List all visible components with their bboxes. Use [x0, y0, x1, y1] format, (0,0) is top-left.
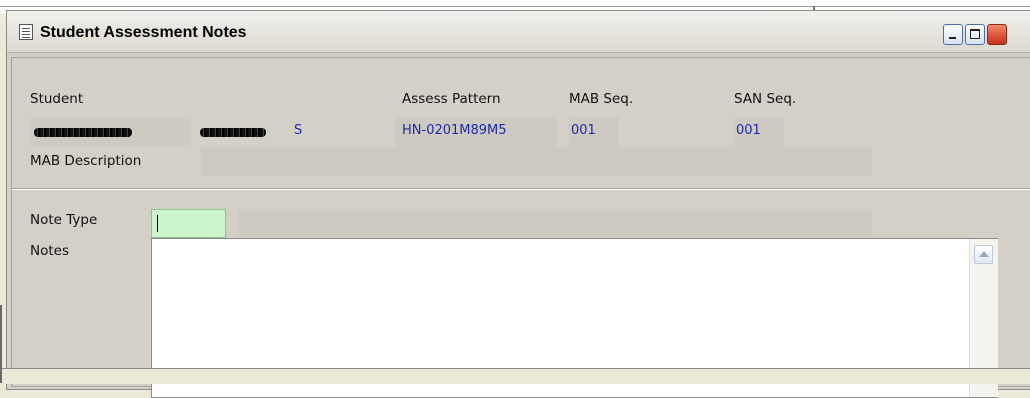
san-seq-value: 001	[736, 123, 761, 138]
student-suffix: S	[294, 123, 303, 138]
minimize-icon	[949, 37, 956, 39]
note-type-input[interactable]	[151, 209, 226, 238]
desktop-line	[0, 6, 1030, 7]
title-bar[interactable]: Student Assessment Notes	[7, 11, 1030, 53]
student-id-field	[30, 117, 190, 147]
assess-pattern-label: Assess Pattern	[402, 91, 501, 107]
mab-seq-value: 001	[571, 123, 596, 138]
section-divider-highlight	[12, 189, 1030, 190]
mab-seq-label: MAB Seq.	[569, 91, 634, 107]
maximize-icon	[970, 29, 980, 39]
bottom-edge	[0, 368, 1030, 384]
window-title: Student Assessment Notes	[40, 24, 247, 41]
left-edge	[0, 305, 2, 383]
form-icon	[19, 24, 33, 40]
minimize-button[interactable]	[943, 24, 963, 45]
san-seq-label: SAN Seq.	[734, 91, 797, 107]
close-button[interactable]	[987, 24, 1007, 45]
student-label: Student	[30, 91, 84, 107]
scroll-up-button[interactable]	[974, 245, 993, 264]
note-type-label: Note Type	[30, 212, 98, 228]
chevron-up-icon	[979, 251, 989, 257]
student-name-field	[190, 117, 290, 147]
student-name-redacted	[200, 128, 266, 137]
note-type-description-field	[239, 209, 872, 238]
form-body: Student S Assess Pattern HN-0201M89M5 MA…	[11, 57, 1030, 398]
assess-pattern-value: HN-0201M89M5	[402, 123, 507, 138]
mab-description-label: MAB Description	[30, 153, 142, 169]
maximize-button[interactable]	[965, 24, 985, 45]
student-assessment-notes-window: Student Assessment Notes Student S Asses…	[6, 10, 1030, 398]
text-caret	[157, 215, 158, 232]
notes-label: Notes	[30, 243, 69, 259]
student-id-redacted	[34, 128, 132, 137]
mab-description-field	[201, 147, 872, 176]
